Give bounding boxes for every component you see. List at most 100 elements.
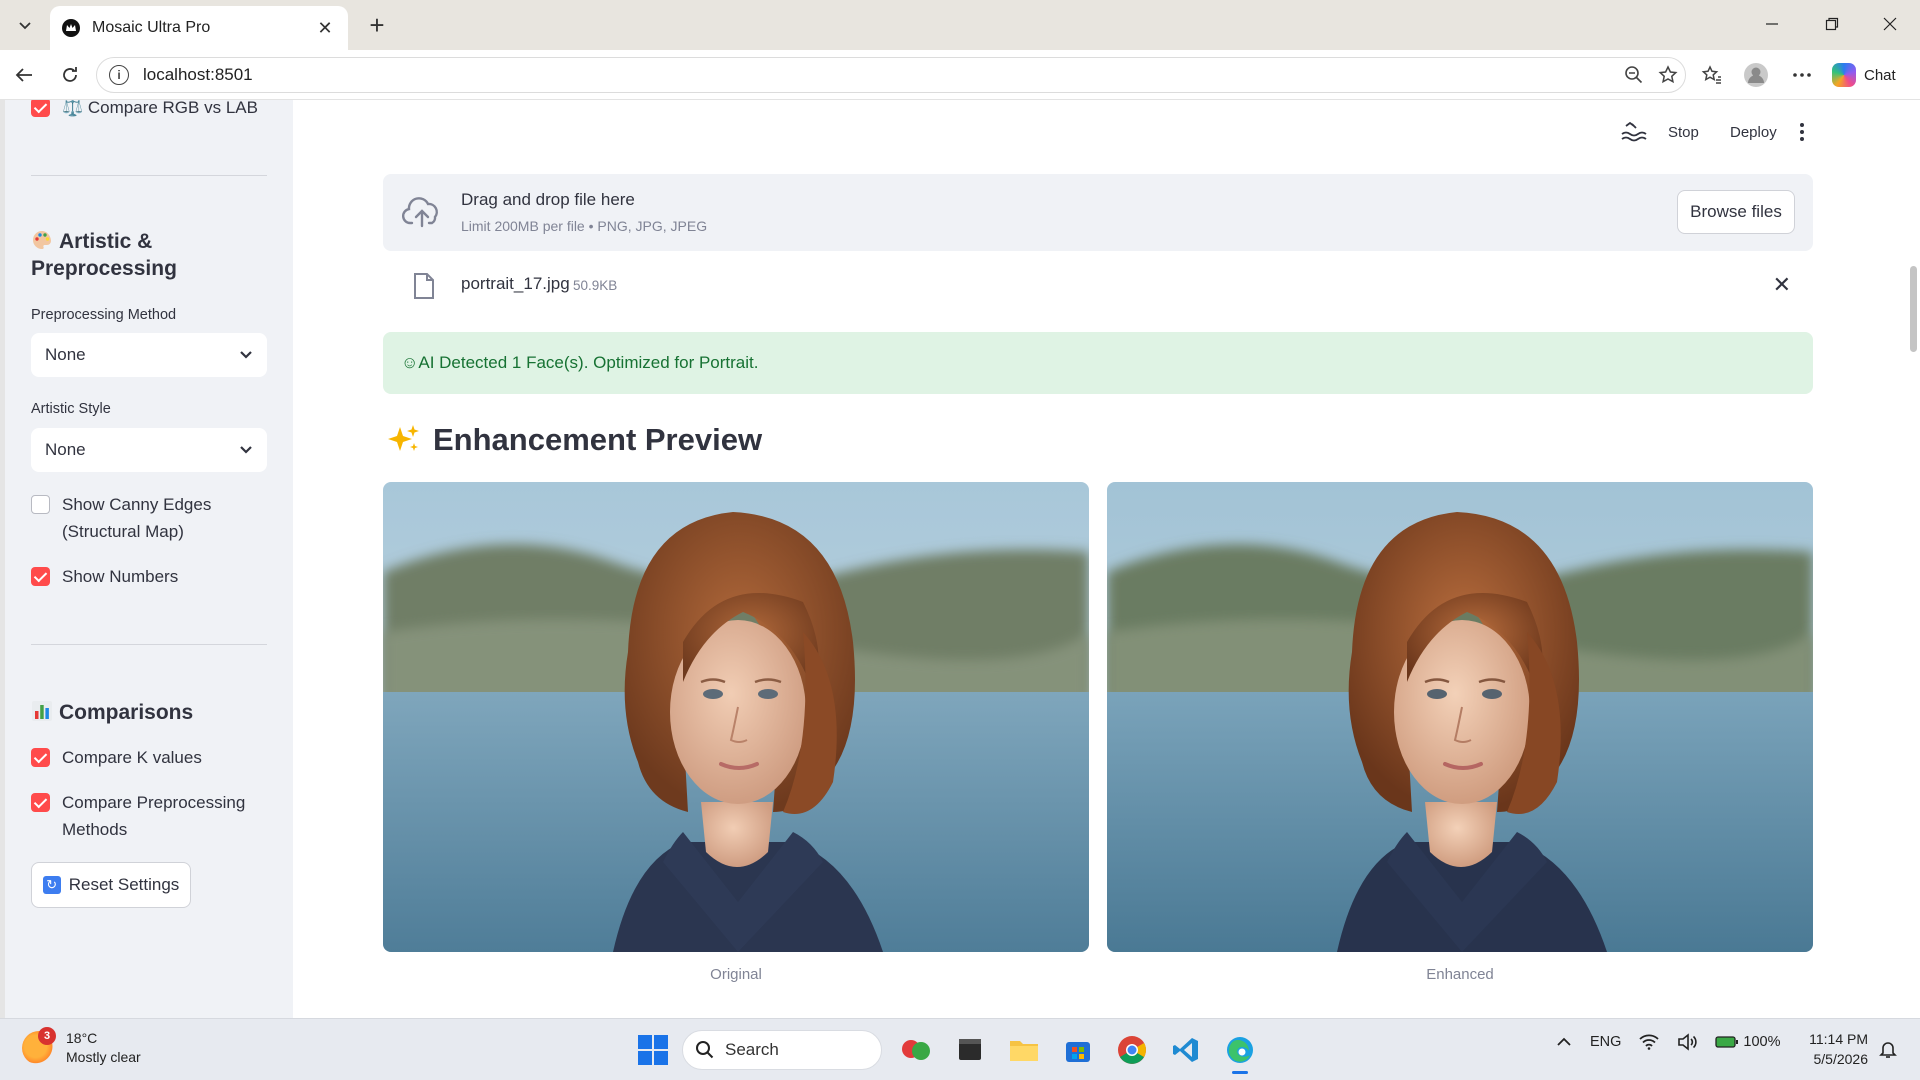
dropzone-title: Drag and drop file here bbox=[461, 190, 635, 209]
compare-k-values-checkbox[interactable]: Compare K values bbox=[31, 744, 202, 771]
compare-rgb-lab-checkbox[interactable]: ⚖️ Compare RGB vs LAB bbox=[31, 100, 258, 121]
checkbox-checked-icon[interactable] bbox=[31, 748, 50, 767]
file-dropzone[interactable]: Drag and drop file here Limit 200MB per … bbox=[383, 174, 1813, 251]
sidebar-divider bbox=[31, 175, 267, 176]
browser-tab-active[interactable]: Mosaic Ultra Pro ✕ bbox=[50, 6, 348, 50]
vscode-icon[interactable] bbox=[1166, 1030, 1206, 1070]
palette-icon bbox=[33, 231, 51, 249]
terminal-icon[interactable] bbox=[950, 1030, 990, 1070]
file-explorer-icon[interactable] bbox=[1004, 1030, 1044, 1070]
tab-title: Mosaic Ultra Pro bbox=[92, 19, 211, 36]
checkbox-label: ⚖️ Compare RGB vs LAB bbox=[62, 100, 258, 117]
original-caption: Original bbox=[710, 966, 762, 983]
back-button[interactable] bbox=[8, 59, 40, 91]
tab-close-icon[interactable]: ✕ bbox=[314, 18, 336, 39]
checkbox-label: Show Numbers bbox=[62, 567, 179, 586]
copilot-chat-button[interactable]: Chat bbox=[1832, 59, 1896, 91]
artistic-style-select[interactable]: None bbox=[31, 428, 267, 472]
favorite-star-icon[interactable] bbox=[1651, 65, 1685, 85]
taskbar-apps: Search bbox=[638, 1027, 1260, 1074]
original-image bbox=[383, 482, 1089, 952]
file-name: portrait_17.jpg bbox=[461, 274, 570, 293]
minimize-button[interactable] bbox=[1752, 8, 1792, 40]
more-menu-button[interactable] bbox=[1786, 59, 1818, 91]
wifi-icon[interactable] bbox=[1639, 1034, 1660, 1050]
running-status-icon bbox=[1621, 121, 1647, 142]
show-numbers-checkbox[interactable]: Show Numbers bbox=[31, 563, 178, 590]
cloud-upload-icon bbox=[401, 197, 438, 228]
stop-button[interactable]: Stop bbox=[1668, 124, 1699, 141]
clock[interactable]: 11:14 PM 5/5/2026 bbox=[1800, 1029, 1868, 1069]
enhanced-image bbox=[1107, 482, 1813, 952]
streamlit-header: Stop Deploy bbox=[1620, 100, 1920, 142]
page-scrollbar[interactable] bbox=[1906, 100, 1920, 1018]
minimize-icon bbox=[1766, 23, 1778, 25]
deploy-button[interactable]: Deploy bbox=[1730, 124, 1777, 141]
select-value: None bbox=[45, 440, 86, 459]
select-value: None bbox=[45, 345, 86, 364]
battery-indicator[interactable]: 100% bbox=[1715, 1034, 1781, 1050]
chevron-down-icon bbox=[240, 446, 252, 454]
show-canny-edges-checkbox[interactable]: Show Canny Edges (Structural Map) bbox=[31, 491, 241, 545]
date: 5/5/2026 bbox=[1813, 1051, 1869, 1067]
alert-text: ☺AI Detected 1 Face(s). Optimized for Po… bbox=[401, 353, 759, 372]
time: 11:14 PM bbox=[1809, 1031, 1868, 1047]
battery-level: 100% bbox=[1743, 1034, 1781, 1050]
weather-icon: 3 bbox=[22, 1027, 56, 1065]
checkbox-checked-icon[interactable] bbox=[31, 100, 50, 117]
chevron-up-icon[interactable] bbox=[1556, 1037, 1572, 1047]
enhanced-caption: Enhanced bbox=[1426, 966, 1494, 983]
preprocessing-method-label: Preprocessing Method bbox=[31, 307, 177, 323]
reload-icon bbox=[63, 67, 77, 82]
temperature: 18°C bbox=[66, 1030, 98, 1046]
weather-badge: 3 bbox=[38, 1027, 56, 1045]
sidebar: ⚖️ Compare RGB vs LAB Artistic & Preproc… bbox=[5, 100, 293, 1018]
chrome-icon[interactable] bbox=[1112, 1030, 1152, 1070]
restore-icon bbox=[1825, 17, 1839, 31]
restore-button[interactable] bbox=[1812, 8, 1852, 40]
portrait-image bbox=[1107, 482, 1813, 952]
url-text[interactable]: localhost:8501 bbox=[143, 65, 1617, 85]
main-menu-icon[interactable] bbox=[1792, 120, 1812, 144]
windows-start-icon[interactable] bbox=[638, 1035, 668, 1065]
close-window-button[interactable] bbox=[1870, 8, 1910, 40]
reset-settings-button[interactable]: ↻ Reset Settings bbox=[31, 862, 191, 908]
microsoft-store-icon[interactable] bbox=[1058, 1030, 1098, 1070]
avatar-icon bbox=[1744, 63, 1768, 87]
checkbox-label: Compare Preprocessing Methods bbox=[62, 793, 246, 839]
edge-icon[interactable] bbox=[1220, 1030, 1260, 1074]
checkbox-checked-icon[interactable] bbox=[31, 567, 50, 586]
sidebar-divider bbox=[31, 644, 267, 645]
profile-button[interactable] bbox=[1740, 59, 1772, 91]
reload-button[interactable] bbox=[54, 59, 86, 91]
system-tray: ENG 100% bbox=[1556, 1033, 1781, 1051]
scrollbar-thumb[interactable] bbox=[1910, 266, 1917, 352]
favorites-button[interactable] bbox=[1696, 59, 1728, 91]
checkbox-checked-icon[interactable] bbox=[31, 793, 50, 812]
browser-titlebar: Mosaic Ultra Pro ✕ + bbox=[0, 0, 1920, 50]
zoom-out-icon[interactable] bbox=[1617, 65, 1651, 85]
chevron-down-icon bbox=[240, 351, 252, 359]
new-tab-button[interactable]: + bbox=[362, 10, 392, 40]
volume-icon[interactable] bbox=[1677, 1033, 1698, 1051]
weather-widget[interactable]: 3 18°C Mostly clear bbox=[22, 1027, 141, 1067]
search-placeholder: Search bbox=[725, 1040, 779, 1059]
preprocessing-method-select[interactable]: None bbox=[31, 333, 267, 377]
compare-preprocessing-checkbox[interactable]: Compare Preprocessing Methods bbox=[31, 789, 261, 843]
checkbox-label: Show Canny Edges (Structural Map) bbox=[62, 495, 212, 541]
refresh-icon: ↻ bbox=[42, 876, 61, 894]
dropzone-limit: Limit 200MB per file • PNG, JPG, JPEG bbox=[461, 218, 708, 234]
notification-bell-icon[interactable] bbox=[1878, 1039, 1898, 1059]
taskbar-search[interactable]: Search bbox=[682, 1030, 882, 1070]
tab-list-button[interactable] bbox=[10, 10, 40, 40]
language-indicator[interactable]: ENG bbox=[1590, 1034, 1621, 1050]
checkbox-unchecked-icon[interactable] bbox=[31, 495, 50, 514]
weather-condition: Mostly clear bbox=[66, 1049, 141, 1065]
taskbar-widget-icon[interactable] bbox=[896, 1030, 936, 1070]
site-info-icon[interactable]: i bbox=[109, 65, 129, 85]
address-bar[interactable]: i localhost:8501 bbox=[96, 57, 1686, 93]
back-arrow-icon bbox=[15, 68, 32, 82]
browser-toolbar: i localhost:8501 Chat bbox=[0, 50, 1920, 100]
remove-file-icon[interactable]: ✕ bbox=[1773, 272, 1791, 298]
browse-files-button[interactable]: Browse files bbox=[1677, 190, 1795, 234]
